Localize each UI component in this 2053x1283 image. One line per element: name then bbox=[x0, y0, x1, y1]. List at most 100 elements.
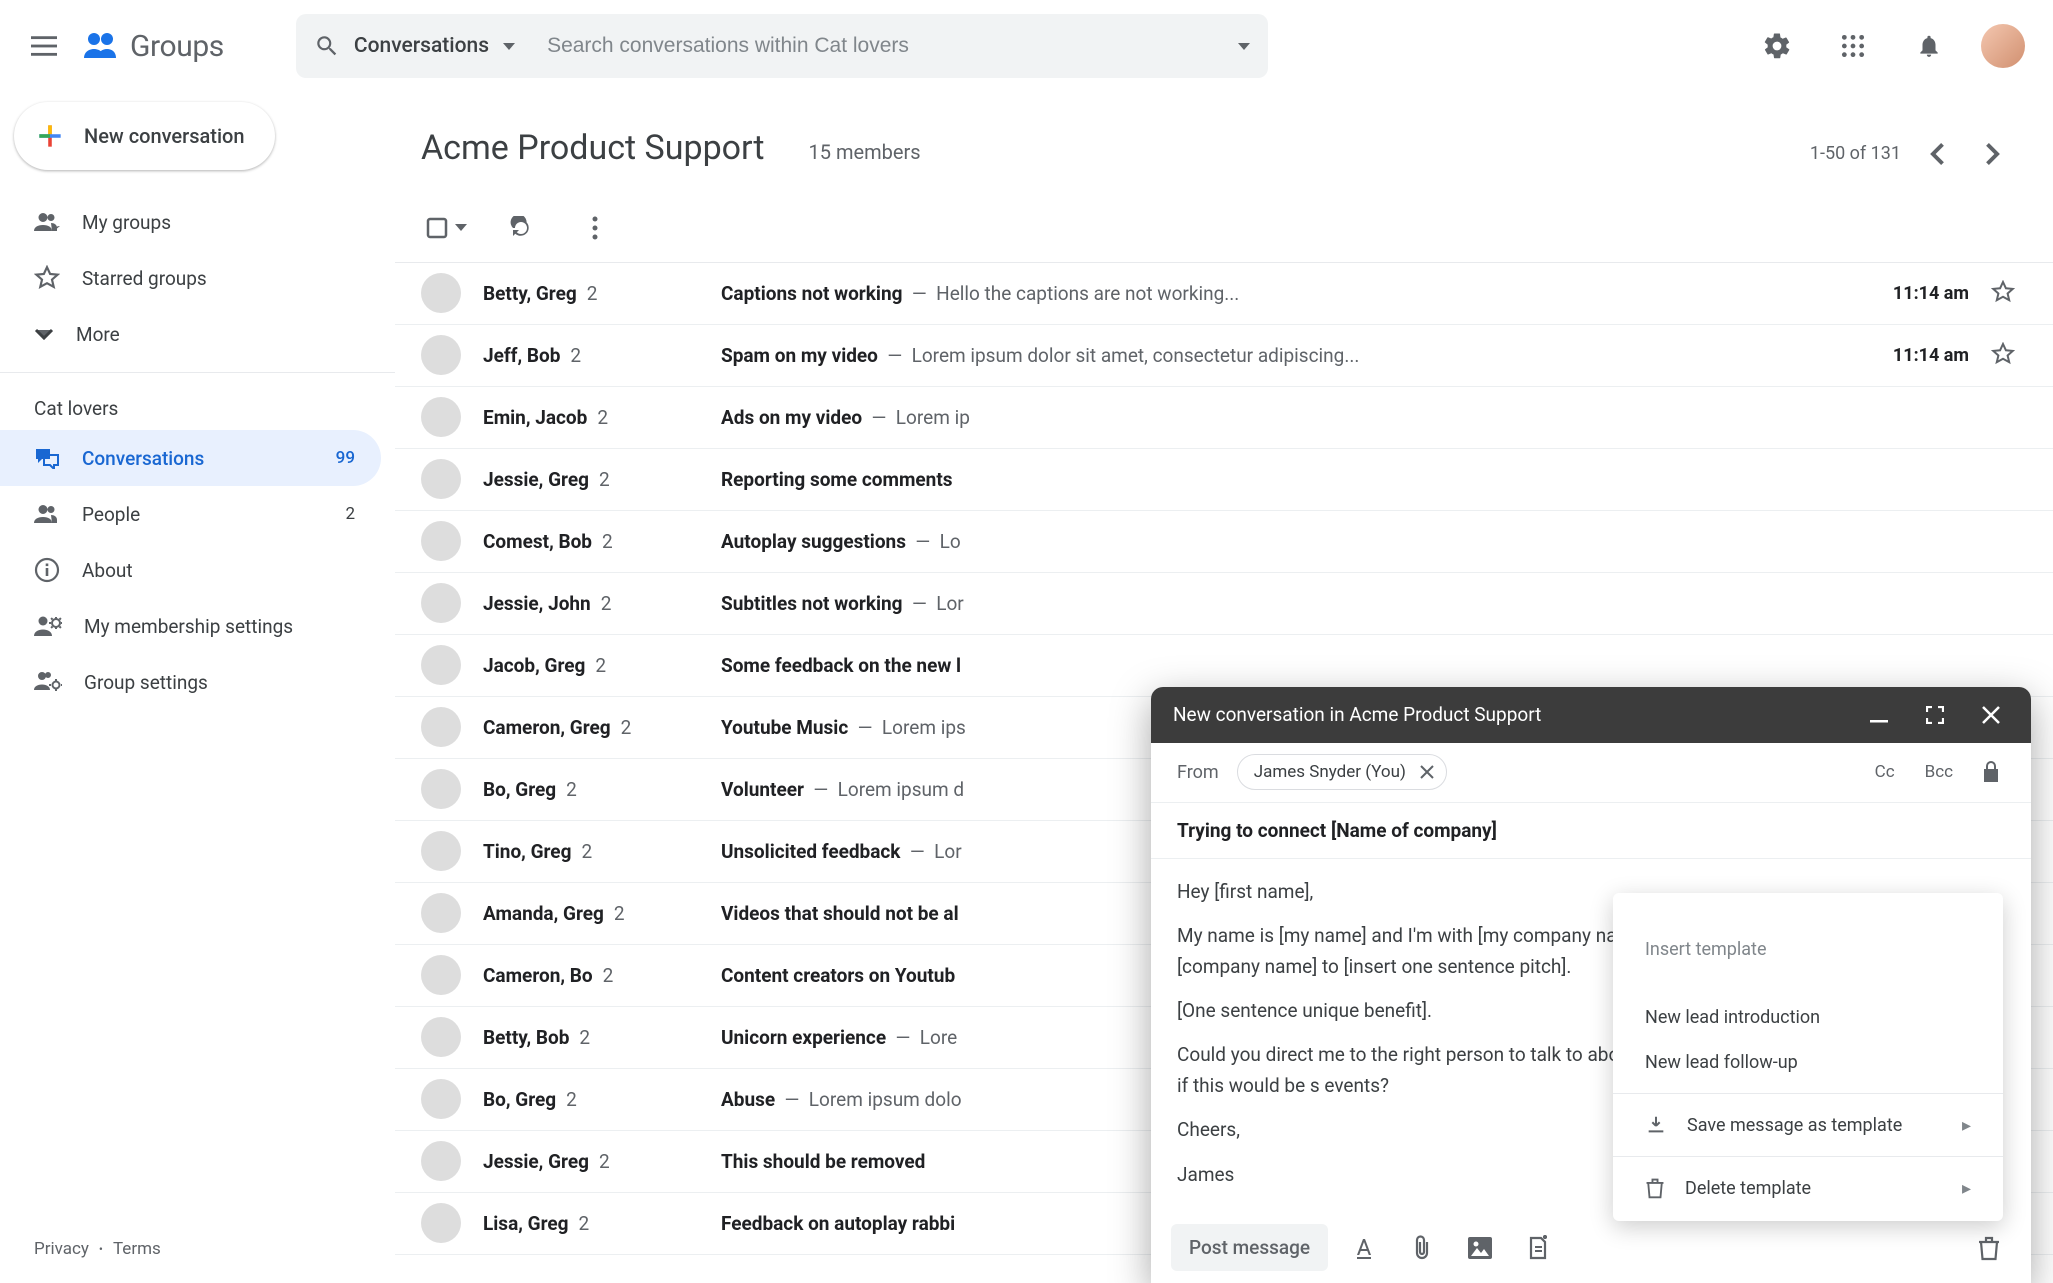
conversation-summary: Subtitles not working — Lor bbox=[721, 592, 2017, 615]
plus-icon bbox=[34, 120, 66, 152]
delete-template-item[interactable]: Delete template ▸ bbox=[1613, 1165, 2003, 1211]
conversation-senders: Tino, Greg2 bbox=[483, 840, 699, 863]
notifications-icon[interactable] bbox=[1905, 22, 1953, 70]
text-format-icon[interactable] bbox=[1342, 1226, 1386, 1270]
conversation-senders: Comest, Bob2 bbox=[483, 530, 699, 553]
attachment-icon[interactable] bbox=[1400, 1226, 1444, 1270]
search-scope-dropdown[interactable]: Conversations bbox=[296, 14, 533, 78]
from-chip[interactable]: James Snyder (You) bbox=[1237, 754, 1447, 790]
conversation-summary: Ads on my video — Lorem ip bbox=[721, 406, 2017, 429]
more-actions-button[interactable] bbox=[575, 208, 615, 248]
sidebar-item-about[interactable]: About bbox=[0, 542, 381, 598]
fullscreen-icon[interactable] bbox=[1917, 697, 1953, 733]
delete-draft-icon[interactable] bbox=[1967, 1226, 2011, 1270]
header-actions bbox=[1753, 22, 2025, 70]
sender-avatar bbox=[421, 1203, 461, 1243]
sidebar-item-my-membership-settings[interactable]: My membership settings bbox=[0, 598, 381, 654]
sidebar-item-people[interactable]: People2 bbox=[0, 486, 381, 542]
conversation-senders: Jessie, Greg2 bbox=[483, 468, 699, 491]
sidebar-item-starred-groups[interactable]: Starred groups bbox=[0, 250, 381, 306]
from-label: From bbox=[1177, 762, 1219, 783]
account-avatar[interactable] bbox=[1981, 24, 2025, 68]
product-logo[interactable]: Groups bbox=[80, 26, 284, 66]
nav-icon bbox=[34, 211, 60, 233]
sender-avatar bbox=[421, 955, 461, 995]
conversation-row[interactable]: Comest, Bob2 Autoplay suggestions — Lo bbox=[395, 511, 2053, 573]
chevron-right-icon: ▸ bbox=[1962, 1178, 1971, 1199]
template-menu: Insert template New lead introductionNew… bbox=[1613, 893, 2003, 1221]
conversation-row[interactable]: Jessie, John2 Subtitles not working — Lo… bbox=[395, 573, 2053, 635]
template-item[interactable]: New lead follow-up bbox=[1613, 1040, 2003, 1085]
sender-avatar bbox=[421, 1079, 461, 1119]
refresh-button[interactable] bbox=[501, 208, 541, 248]
settings-icon[interactable] bbox=[1753, 22, 1801, 70]
conversation-senders: Emin, Jacob2 bbox=[483, 406, 699, 429]
star-icon[interactable] bbox=[1991, 342, 2017, 368]
nav-icon bbox=[34, 328, 54, 340]
terms-link[interactable]: Terms bbox=[113, 1239, 161, 1259]
privacy-link[interactable]: Privacy bbox=[34, 1239, 89, 1259]
nav-icon bbox=[34, 447, 60, 469]
conversation-senders: Cameron, Greg2 bbox=[483, 716, 699, 739]
search-input[interactable] bbox=[547, 34, 1208, 58]
sidebar-item-group-settings[interactable]: Group settings bbox=[0, 654, 381, 710]
sidebar-item-my-groups[interactable]: My groups bbox=[0, 194, 381, 250]
nav-icon bbox=[34, 503, 60, 525]
sidebar-section-label: Cat lovers bbox=[0, 387, 395, 430]
sender-avatar bbox=[421, 893, 461, 933]
sender-avatar bbox=[421, 645, 461, 685]
pager: 1-50 of 131 bbox=[1810, 134, 2013, 174]
hamburger-menu-icon[interactable] bbox=[20, 22, 68, 70]
sender-avatar bbox=[421, 521, 461, 561]
sender-avatar bbox=[421, 769, 461, 809]
pager-next-button[interactable] bbox=[1973, 134, 2013, 174]
pager-prev-button[interactable] bbox=[1917, 134, 1957, 174]
groups-icon bbox=[80, 26, 120, 66]
compose-title: New conversation in Acme Product Support bbox=[1173, 703, 1841, 726]
conversation-time: 11:14 am bbox=[1893, 283, 1969, 304]
template-menu-header: Insert template bbox=[1613, 903, 2003, 995]
conversation-row[interactable]: Jeff, Bob2 Spam on my video — Lorem ipsu… bbox=[395, 325, 2053, 387]
download-icon bbox=[1645, 1114, 1667, 1136]
insert-image-icon[interactable] bbox=[1458, 1226, 1502, 1270]
new-conversation-button[interactable]: New conversation bbox=[14, 102, 275, 170]
conversation-senders: Jessie, Greg2 bbox=[483, 1150, 699, 1173]
conversation-row[interactable]: Betty, Greg2 Captions not working — Hell… bbox=[395, 263, 2053, 325]
minimize-icon[interactable] bbox=[1861, 697, 1897, 733]
compose-subject[interactable]: Trying to connect [Name of company] bbox=[1151, 803, 2031, 859]
conversation-senders: Betty, Greg2 bbox=[483, 282, 699, 305]
select-all-checkbox[interactable] bbox=[425, 216, 467, 240]
templates-icon[interactable] bbox=[1516, 1226, 1560, 1270]
compose-label: New conversation bbox=[84, 124, 245, 148]
main-header: Acme Product Support 15 members 1-50 of … bbox=[395, 108, 2053, 208]
conversation-senders: Bo, Greg2 bbox=[483, 1088, 699, 1111]
star-icon[interactable] bbox=[1991, 280, 2017, 306]
footer-links: Privacy • Terms bbox=[0, 1219, 395, 1283]
compose-header: New conversation in Acme Product Support bbox=[1151, 687, 2031, 743]
trash-icon bbox=[1645, 1177, 1665, 1199]
post-message-button[interactable]: Post message bbox=[1171, 1224, 1328, 1271]
compose-from-row: From James Snyder (You) Cc Bcc bbox=[1151, 743, 2031, 803]
sidebar-item-conversations[interactable]: Conversations99 bbox=[0, 430, 381, 486]
conversation-row[interactable]: Emin, Jacob2 Ads on my video — Lorem ip bbox=[395, 387, 2053, 449]
template-item[interactable]: New lead introduction bbox=[1613, 995, 2003, 1040]
save-template-item[interactable]: Save message as template ▸ bbox=[1613, 1102, 2003, 1148]
bcc-button[interactable]: Bcc bbox=[1919, 762, 1959, 782]
search-scope-label: Conversations bbox=[354, 34, 489, 58]
sender-avatar bbox=[421, 1141, 461, 1181]
search-options-icon[interactable] bbox=[1238, 43, 1250, 50]
close-icon[interactable] bbox=[1973, 697, 2009, 733]
conversation-senders: Jessie, John2 bbox=[483, 592, 699, 615]
remove-chip-icon[interactable] bbox=[1416, 761, 1438, 783]
conversation-row[interactable]: Jessie, Greg2 Reporting some comments bbox=[395, 449, 2053, 511]
sidebar-item-more[interactable]: More bbox=[0, 306, 381, 362]
sidebar: New conversation My groupsStarred groups… bbox=[0, 92, 395, 1283]
divider bbox=[0, 372, 395, 373]
search-icon bbox=[314, 33, 340, 59]
apps-grid-icon[interactable] bbox=[1829, 22, 1877, 70]
sender-avatar bbox=[421, 335, 461, 375]
cc-button[interactable]: Cc bbox=[1869, 762, 1901, 782]
lock-icon[interactable] bbox=[1977, 758, 2005, 786]
conversation-senders: Amanda, Greg2 bbox=[483, 902, 699, 925]
nav-icon bbox=[34, 557, 60, 583]
